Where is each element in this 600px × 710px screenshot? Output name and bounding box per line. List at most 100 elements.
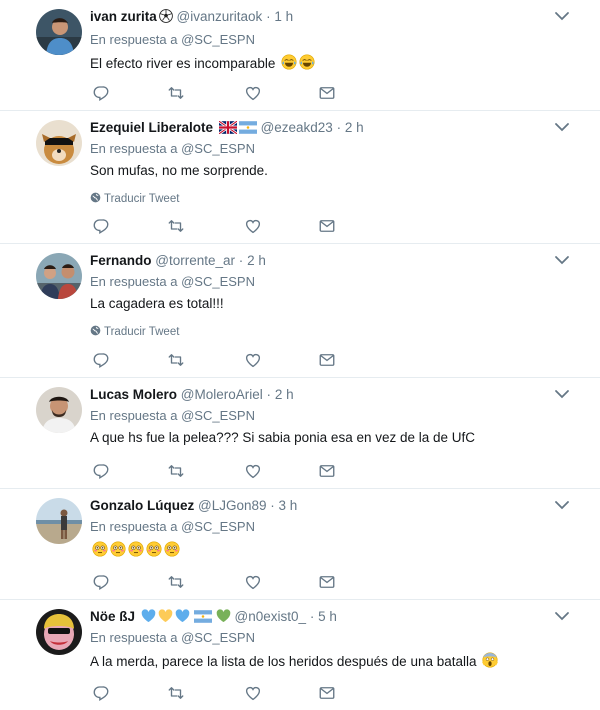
reply-mention[interactable]: @SC_ESPN bbox=[181, 141, 255, 156]
display-name[interactable]: Lucas Molero bbox=[90, 387, 177, 402]
reply-prefix: En respuesta a bbox=[90, 141, 178, 156]
tweet-text-content: El efecto river es incomparable bbox=[90, 56, 276, 71]
reply-icon[interactable] bbox=[92, 573, 110, 591]
tweet-header: Nöe ßJ @n0exist0_ · 5 h bbox=[90, 608, 540, 626]
user-handle[interactable]: @n0exist0_ bbox=[235, 609, 307, 624]
reply-mention[interactable]: @SC_ESPN bbox=[181, 274, 255, 289]
chevron-down-icon[interactable] bbox=[554, 499, 570, 511]
user-handle[interactable]: @LJGon89 bbox=[198, 498, 267, 513]
timestamp[interactable]: 2 h bbox=[247, 253, 266, 268]
avatar[interactable] bbox=[36, 253, 82, 299]
timestamp[interactable]: 2 h bbox=[275, 387, 294, 402]
flushed-emoji bbox=[92, 541, 108, 557]
reply-icon[interactable] bbox=[92, 217, 110, 235]
tweet[interactable]: ivan zurita @ivanzuritaok · 1 h En respu… bbox=[0, 0, 600, 111]
retweet-icon[interactable] bbox=[167, 84, 185, 102]
tweet-text: La cagadera es total!!! bbox=[90, 296, 224, 311]
chevron-down-icon[interactable] bbox=[554, 610, 570, 622]
retweet-icon[interactable] bbox=[167, 217, 185, 235]
chevron-down-icon[interactable] bbox=[554, 388, 570, 400]
translate-label[interactable]: Traducir Tweet bbox=[104, 326, 179, 338]
user-handle[interactable]: @MoleroAriel bbox=[181, 387, 263, 402]
tweet[interactable]: Lucas Molero @MoleroAriel · 2 h En respu… bbox=[0, 378, 600, 489]
like-icon[interactable] bbox=[244, 462, 262, 480]
retweet-icon[interactable] bbox=[167, 684, 185, 702]
like-icon[interactable] bbox=[244, 351, 262, 369]
tweet-header: ivan zurita @ivanzuritaok · 1 h bbox=[90, 8, 540, 26]
like-icon[interactable] bbox=[244, 573, 262, 591]
timestamp[interactable]: 2 h bbox=[345, 120, 364, 135]
reply-prefix: En respuesta a bbox=[90, 274, 178, 289]
separator: · bbox=[266, 9, 271, 24]
reply-context: En respuesta a @SC_ESPN bbox=[90, 141, 255, 156]
translate-label[interactable]: Traducir Tweet bbox=[104, 193, 179, 205]
direct-message-icon[interactable] bbox=[318, 462, 336, 480]
reply-context: En respuesta a @SC_ESPN bbox=[90, 630, 255, 645]
reply-mention[interactable]: @SC_ESPN bbox=[181, 32, 255, 47]
tweet-header: Lucas Molero @MoleroAriel · 2 h bbox=[90, 386, 540, 404]
flushed-emoji bbox=[146, 541, 162, 557]
direct-message-icon[interactable] bbox=[318, 84, 336, 102]
flushed-emoji bbox=[128, 541, 144, 557]
chevron-down-icon[interactable] bbox=[554, 10, 570, 22]
display-name[interactable]: Fernando bbox=[90, 253, 152, 268]
timestamp[interactable]: 1 h bbox=[274, 9, 293, 24]
uk-flag-icon bbox=[219, 121, 237, 134]
like-icon[interactable] bbox=[244, 684, 262, 702]
tweet[interactable]: Fernando @torrente_ar · 2 h En respuesta… bbox=[0, 244, 600, 378]
tweet-header: Gonzalo Lúquez @LJGon89 · 3 h bbox=[90, 497, 540, 515]
reply-context: En respuesta a @SC_ESPN bbox=[90, 408, 255, 423]
direct-message-icon[interactable] bbox=[318, 684, 336, 702]
direct-message-icon[interactable] bbox=[318, 351, 336, 369]
display-name[interactable]: ivan zurita bbox=[90, 9, 157, 24]
translate-tweet-link[interactable]: Traducir Tweet bbox=[90, 192, 179, 205]
reply-icon[interactable] bbox=[92, 351, 110, 369]
display-name[interactable]: Nöe ßJ bbox=[90, 609, 135, 624]
display-name[interactable]: Gonzalo Lúquez bbox=[90, 498, 194, 513]
joy-emoji bbox=[281, 54, 297, 70]
direct-message-icon[interactable] bbox=[318, 573, 336, 591]
reply-prefix: En respuesta a bbox=[90, 630, 178, 645]
flushed-emoji bbox=[164, 541, 180, 557]
retweet-icon[interactable] bbox=[167, 573, 185, 591]
reply-prefix: En respuesta a bbox=[90, 408, 178, 423]
avatar[interactable] bbox=[36, 498, 82, 544]
tweet-text: El efecto river es incomparable bbox=[90, 54, 315, 71]
timestamp[interactable]: 3 h bbox=[279, 498, 298, 513]
tweet[interactable]: Ezequiel Liberalote @ezeakd23 · 2 h En r… bbox=[0, 111, 600, 244]
reply-mention[interactable]: @SC_ESPN bbox=[181, 408, 255, 423]
display-name[interactable]: Ezequiel Liberalote bbox=[90, 120, 213, 135]
retweet-icon[interactable] bbox=[167, 462, 185, 480]
timestamp[interactable]: 5 h bbox=[318, 609, 337, 624]
user-handle[interactable]: @ivanzuritaok bbox=[177, 9, 263, 24]
retweet-icon[interactable] bbox=[167, 351, 185, 369]
tweet-header: Ezequiel Liberalote @ezeakd23 · 2 h bbox=[90, 119, 540, 137]
chevron-down-icon[interactable] bbox=[554, 254, 570, 266]
reply-icon[interactable] bbox=[92, 84, 110, 102]
reply-prefix: En respuesta a bbox=[90, 32, 178, 47]
user-handle[interactable]: @torrente_ar bbox=[155, 253, 235, 268]
tweet[interactable]: Gonzalo Lúquez @LJGon89 · 3 h En respues… bbox=[0, 489, 600, 600]
user-handle[interactable]: @ezeakd23 bbox=[261, 120, 333, 135]
avatar[interactable] bbox=[36, 609, 82, 655]
reply-mention[interactable]: @SC_ESPN bbox=[181, 630, 255, 645]
separator: · bbox=[336, 120, 342, 135]
like-icon[interactable] bbox=[244, 217, 262, 235]
green-heart-icon bbox=[216, 609, 231, 623]
tweet[interactable]: Nöe ßJ @n0exist0_ · 5 h En respuesta a @… bbox=[0, 600, 600, 710]
separator: · bbox=[309, 609, 315, 624]
globe-icon bbox=[90, 325, 101, 336]
avatar[interactable] bbox=[36, 9, 82, 55]
reply-icon[interactable] bbox=[92, 462, 110, 480]
tweet-header: Fernando @torrente_ar · 2 h bbox=[90, 252, 540, 270]
avatar[interactable] bbox=[36, 387, 82, 433]
avatar[interactable] bbox=[36, 120, 82, 166]
reply-icon[interactable] bbox=[92, 684, 110, 702]
direct-message-icon[interactable] bbox=[318, 217, 336, 235]
chevron-down-icon[interactable] bbox=[554, 121, 570, 133]
like-icon[interactable] bbox=[244, 84, 262, 102]
soccer-ball-icon bbox=[159, 9, 173, 23]
translate-tweet-link[interactable]: Traducir Tweet bbox=[90, 325, 179, 338]
reply-mention[interactable]: @SC_ESPN bbox=[181, 519, 255, 534]
scream-emoji bbox=[482, 652, 498, 668]
